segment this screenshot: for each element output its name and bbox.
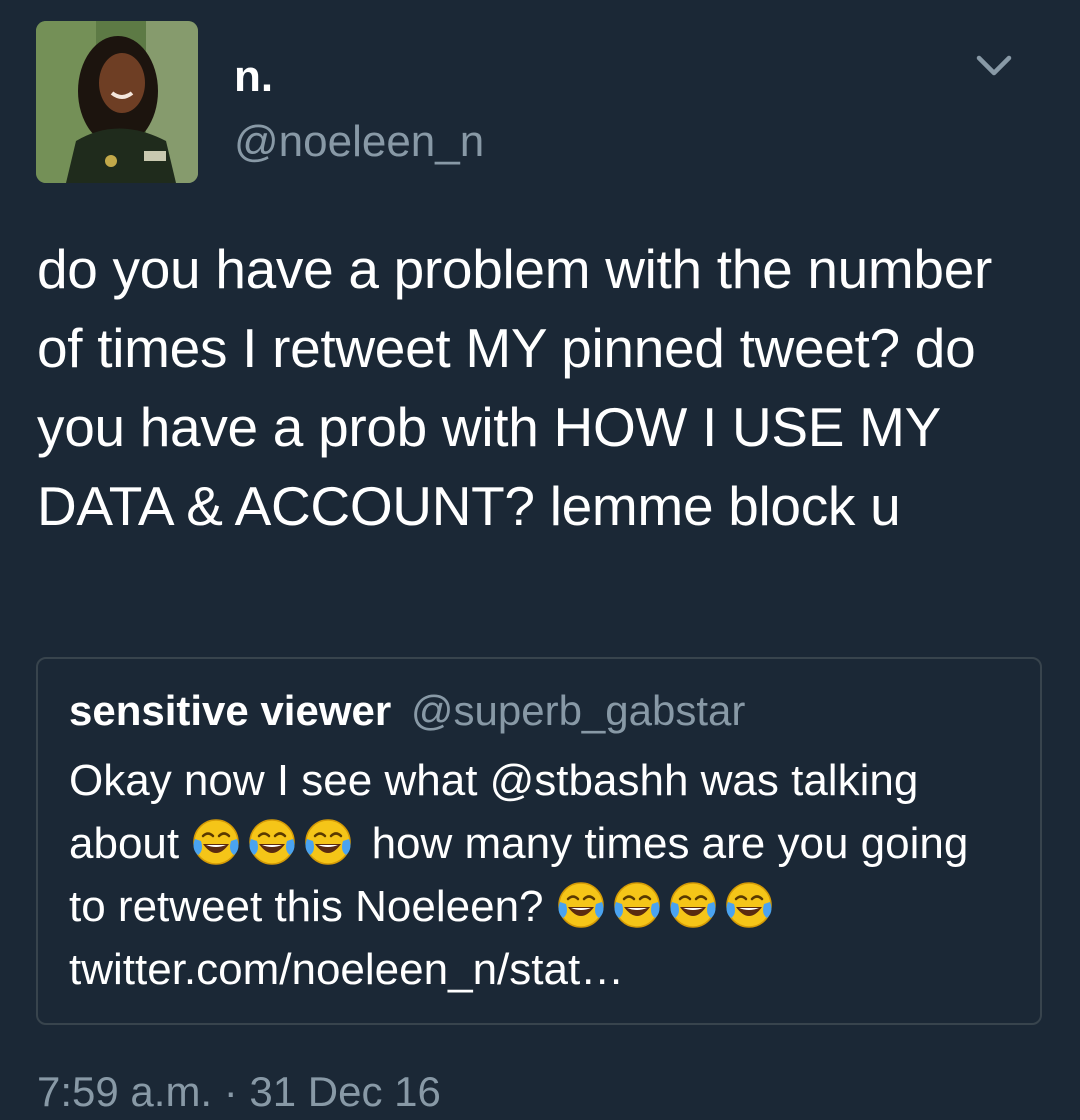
author-display-name[interactable]: n. <box>234 52 273 102</box>
face-with-tears-of-joy-icon <box>191 817 241 867</box>
quoted-tweet-text: Okay now I see what @stbashh was talking… <box>69 749 1009 1001</box>
author-handle[interactable]: @noeleen_n <box>234 116 484 168</box>
profile-photo-icon <box>36 21 198 183</box>
face-with-tears-of-joy-icon <box>668 880 718 930</box>
quoted-author-name: sensitive viewer <box>69 687 392 734</box>
quoted-author-handle: @superb_gabstar <box>410 687 746 734</box>
chevron-down-icon <box>976 55 1012 76</box>
face-with-tears-of-joy-icon <box>724 880 774 930</box>
face-with-tears-of-joy-icon <box>303 817 353 867</box>
face-with-tears-of-joy-icon <box>612 880 662 930</box>
quoted-tweet-header: sensitive viewer @superb_gabstar <box>69 685 745 737</box>
tweet-menu-button[interactable] <box>972 46 1016 86</box>
face-with-tears-of-joy-icon <box>556 880 606 930</box>
tweet-timestamp[interactable]: 7:59 a.m. · 31 Dec 16 <box>37 1066 441 1118</box>
face-with-tears-of-joy-icon <box>247 817 297 867</box>
tweet-text: do you have a problem with the number of… <box>37 238 993 537</box>
author-avatar[interactable] <box>36 21 198 183</box>
quoted-tweet-link[interactable]: twitter.com/noeleen_n/stat… <box>69 945 624 994</box>
quoted-tweet-card[interactable]: sensitive viewer @superb_gabstar Okay no… <box>36 657 1042 1025</box>
